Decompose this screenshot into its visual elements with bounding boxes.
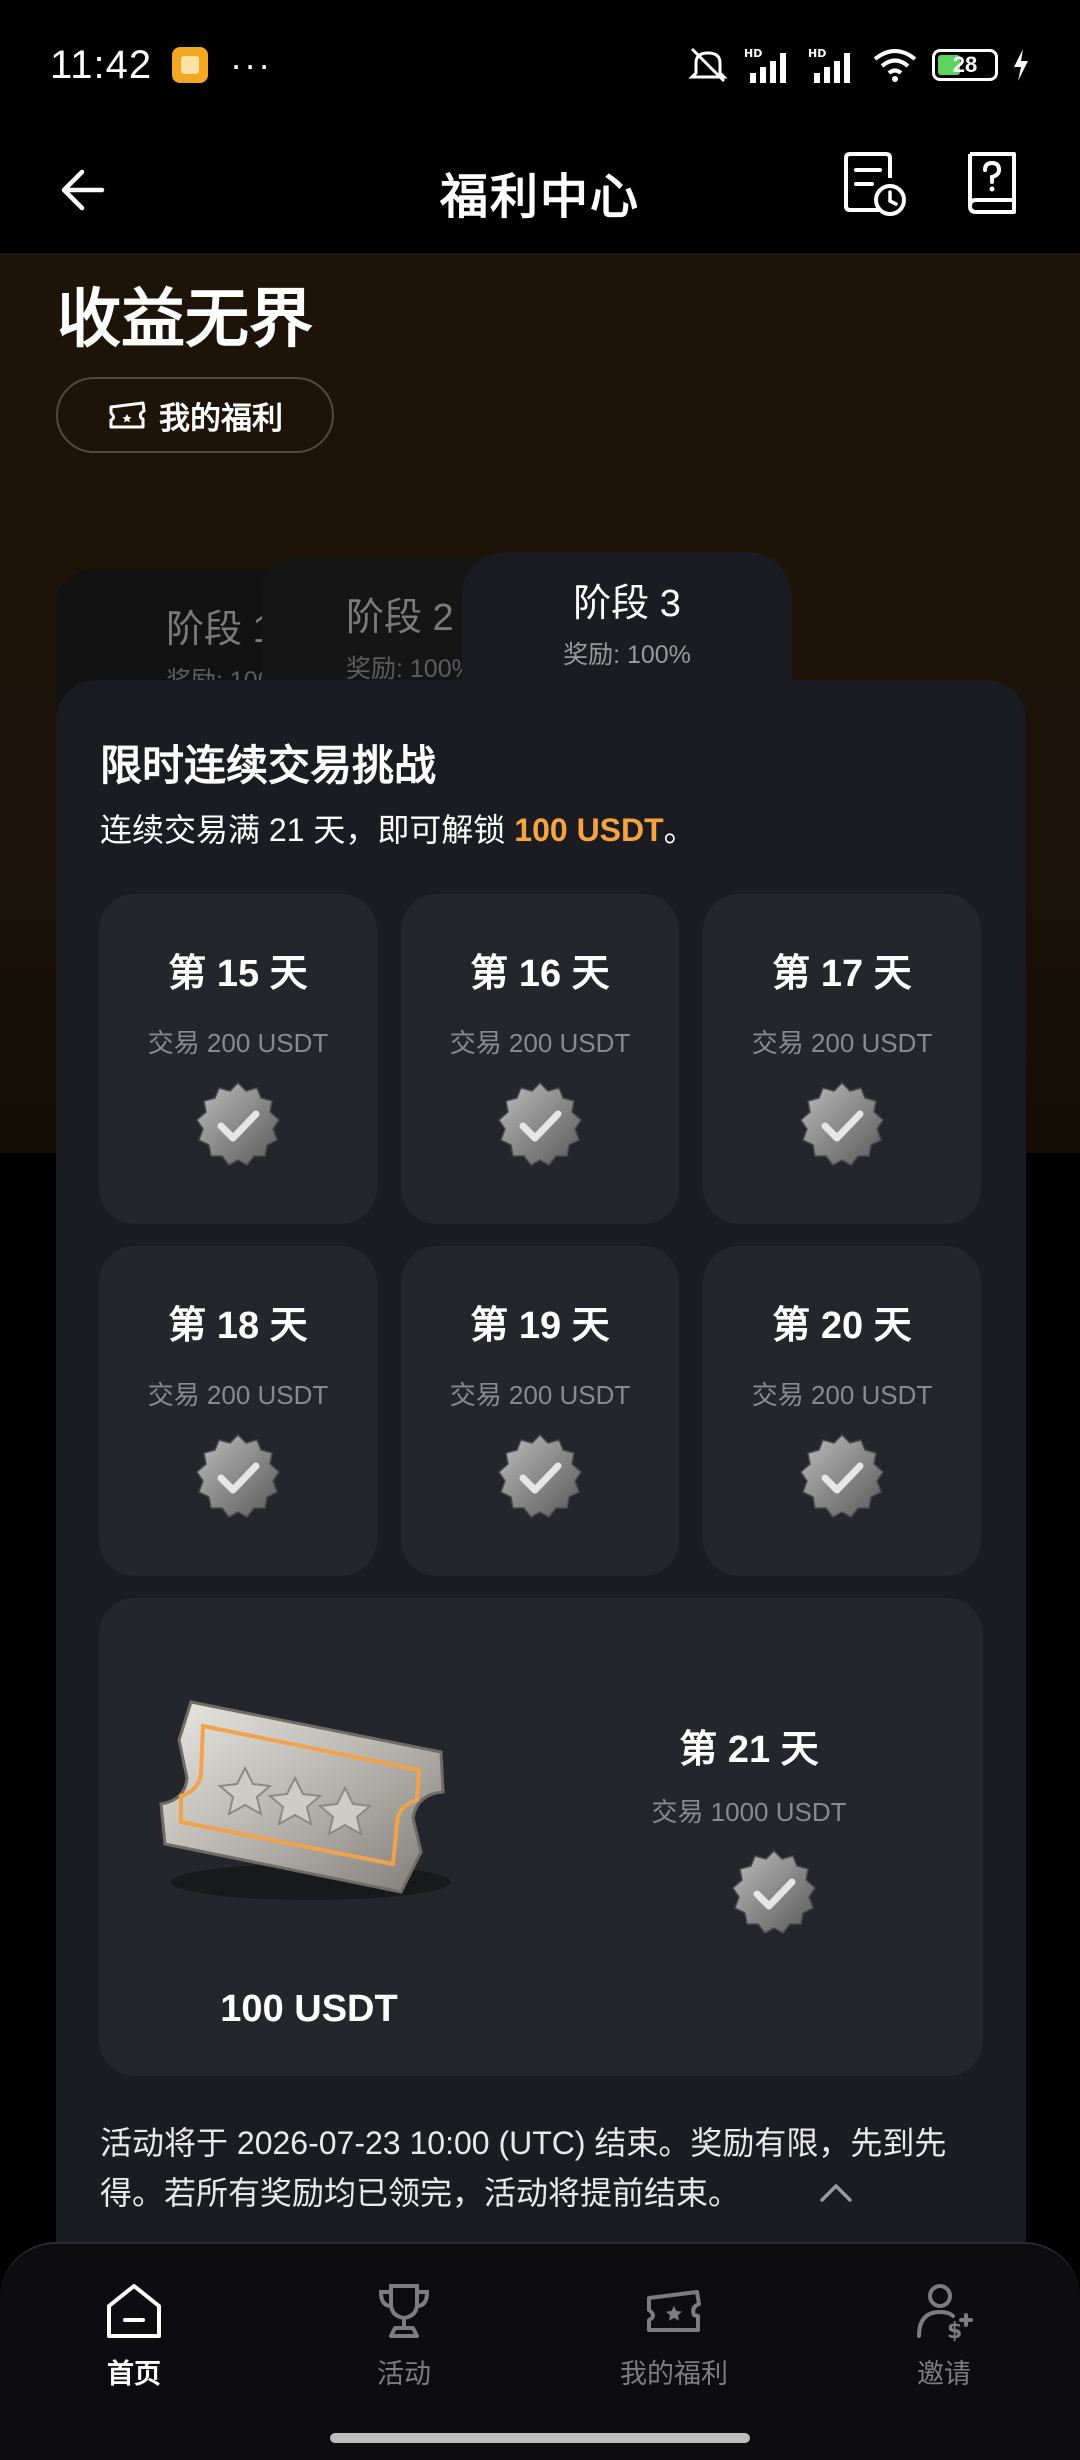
svg-text:$: $	[947, 2319, 962, 2342]
back-arrow-icon[interactable]	[52, 162, 108, 218]
home-icon	[107, 2284, 161, 2338]
check-badge-icon	[193, 1432, 283, 1522]
nav-item-activity[interactable]: 活动	[304, 2280, 504, 2391]
more-dots-icon: ···	[230, 44, 273, 85]
check-badge-icon	[495, 1432, 585, 1522]
ticket-icon	[647, 2290, 701, 2332]
challenge-subtitle: 连续交易满 21 天，即可解锁 100 USDT。	[100, 805, 696, 851]
ticket-icon	[109, 401, 146, 429]
svg-text:HD: HD	[744, 47, 762, 60]
status-indicators: HD HD 28	[686, 45, 1030, 85]
day-title: 第 20 天	[772, 1305, 912, 1347]
check-badge-icon	[797, 1432, 887, 1522]
reward-highlight: 100 USDT	[514, 812, 664, 848]
stage-name: 阶段 3	[573, 583, 681, 625]
help-book-icon[interactable]	[962, 148, 1022, 218]
signal-hd-icon: HD	[744, 47, 786, 83]
nav-item-my-benefits[interactable]: 我的福利	[574, 2280, 774, 2391]
day-requirement: 交易 1000 USDT	[651, 1797, 847, 1827]
my-benefits-label: 我的福利	[159, 400, 283, 436]
day-title: 第 21 天	[679, 1729, 819, 1771]
day-title: 第 18 天	[168, 1305, 308, 1347]
check-badge-icon	[797, 1080, 887, 1170]
signal-hd-icon: HD	[808, 47, 850, 83]
reward-ticket-icon	[159, 1700, 451, 1900]
subtitle-end: 。	[663, 812, 696, 848]
records-clock-icon[interactable]	[842, 148, 908, 218]
day-requirement: 交易 200 USDT	[449, 1380, 631, 1410]
page-title: 福利中心	[439, 170, 640, 224]
nav-item-invite[interactable]: $ 邀请	[844, 2280, 1044, 2391]
final-reward-amount: 100 USDT	[220, 1988, 398, 2030]
mute-icon	[688, 47, 728, 83]
app-header: 福利中心	[0, 130, 1080, 253]
day-title: 第 16 天	[470, 953, 610, 995]
day-requirement: 交易 200 USDT	[449, 1028, 631, 1058]
challenge-title: 限时连续交易挑战	[100, 742, 437, 789]
svg-text:HD: HD	[808, 47, 826, 60]
day-tile[interactable]: 第 17 天 交易 200 USDT	[703, 894, 981, 1224]
day-tile[interactable]: 第 20 天 交易 200 USDT	[703, 1246, 981, 1576]
invite-user-icon: $	[917, 2284, 973, 2342]
day-requirement: 交易 200 USDT	[751, 1380, 933, 1410]
day-requirement: 交易 200 USDT	[147, 1380, 329, 1410]
status-bar: 11:42 ··· HD HD 28	[0, 0, 1080, 130]
final-day-tile[interactable]: 100 USDT 第 21 天 交易 1000 USDT	[99, 1598, 983, 2076]
my-benefits-button[interactable]: 我的福利	[56, 377, 334, 453]
day-requirement: 交易 200 USDT	[751, 1028, 933, 1058]
day-tile[interactable]: 第 15 天 交易 200 USDT	[99, 894, 377, 1224]
nav-label: 我的福利	[620, 2359, 728, 2389]
day-tile[interactable]: 第 19 天 交易 200 USDT	[401, 1246, 679, 1576]
day-title: 第 15 天	[168, 953, 308, 995]
notes-app-icon	[172, 47, 209, 83]
check-badge-icon	[495, 1080, 585, 1170]
battery-level: 28	[952, 52, 978, 77]
day-title: 第 17 天	[772, 953, 912, 995]
day-requirement: 交易 200 USDT	[147, 1028, 329, 1058]
nav-label: 活动	[377, 2359, 431, 2389]
chevron-up-icon[interactable]	[818, 2180, 854, 2204]
charging-icon	[1014, 49, 1028, 81]
nav-item-home[interactable]: 首页	[34, 2280, 234, 2391]
day-tile[interactable]: 第 18 天 交易 200 USDT	[99, 1246, 377, 1576]
check-badge-icon	[193, 1080, 283, 1170]
day-tile[interactable]: 第 16 天 交易 200 USDT	[401, 894, 679, 1224]
check-badge-icon	[729, 1848, 819, 1938]
nav-label: 首页	[107, 2359, 161, 2389]
challenge-card: 限时连续交易挑战 连续交易满 21 天，即可解锁 100 USDT。 第 15 …	[56, 680, 1026, 2460]
wifi-icon	[873, 49, 917, 82]
stage-reward: 奖励: 100%	[563, 641, 691, 669]
home-indicator[interactable]	[330, 2433, 750, 2443]
day-title: 第 19 天	[470, 1305, 610, 1347]
trophy-icon	[378, 2284, 430, 2338]
battery-icon: 28	[932, 49, 998, 81]
status-time: 11:42	[50, 42, 153, 87]
bottom-nav: 首页 活动 我的福利 $ 邀请	[0, 2242, 1080, 2460]
subtitle-text: 连续交易满 21 天，即可解锁	[100, 812, 515, 848]
hero-title: 收益无界	[57, 283, 313, 355]
nav-label: 邀请	[917, 2359, 971, 2389]
